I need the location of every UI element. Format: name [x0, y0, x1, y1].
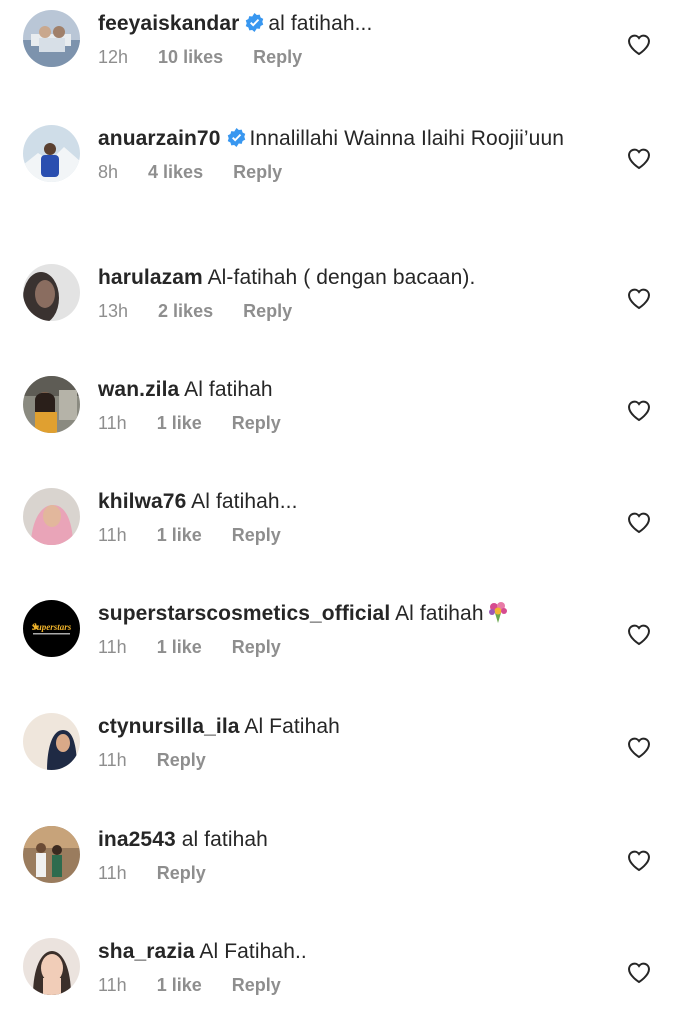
comment-time: 8h	[98, 162, 119, 182]
comment-text: Al-fatihah ( dengan bacaan).	[207, 266, 476, 289]
comment-username[interactable]: harulazam	[98, 266, 203, 289]
reply-button[interactable]: Reply	[232, 524, 281, 546]
avatar[interactable]	[23, 938, 80, 995]
comment-time: 11h	[98, 413, 127, 433]
heart-outline-icon[interactable]	[626, 735, 652, 759]
verified-badge-icon	[246, 13, 264, 32]
comment-time: 11h	[98, 975, 127, 995]
comment-time: 11h	[98, 637, 127, 657]
avatar[interactable]	[23, 713, 80, 770]
avatar[interactable]	[23, 264, 80, 321]
comment-time: 11h	[98, 750, 127, 770]
reply-button[interactable]: Reply	[157, 862, 206, 884]
comment-text: al fatihah...	[268, 12, 373, 35]
comment-likes[interactable]: 1 like	[157, 974, 202, 996]
verified-badge-icon	[227, 128, 245, 147]
heart-outline-icon[interactable]	[626, 398, 652, 422]
bouquet-emoji	[488, 602, 507, 623]
comment-likes[interactable]: 2 likes	[158, 300, 213, 322]
reply-button[interactable]: Reply	[232, 412, 281, 434]
comment-username[interactable]: feeyaiskandar	[98, 12, 239, 35]
comment-time: 11h	[98, 525, 127, 545]
svg-text:★: ★	[31, 622, 40, 633]
heart-outline-icon[interactable]	[626, 32, 652, 56]
comment-username[interactable]: sha_razia	[98, 940, 195, 963]
comment-username[interactable]: wan.zila	[98, 378, 179, 401]
comment-text: Al fatihah...	[191, 490, 298, 513]
heart-outline-icon[interactable]	[626, 848, 652, 872]
reply-button[interactable]: Reply	[233, 161, 282, 183]
avatar[interactable]	[23, 488, 80, 545]
comment-text: al fatihah	[181, 828, 268, 851]
heart-outline-icon[interactable]	[626, 510, 652, 534]
avatar[interactable]	[23, 125, 80, 182]
comment-time: 12h	[98, 47, 129, 67]
reply-button[interactable]: Reply	[253, 46, 302, 68]
comment-list: feeyaiskandar al fatihah... 12h 10 likes Re…	[0, 0, 691, 1024]
avatar[interactable]	[23, 826, 80, 883]
comment-text: Al fatihah	[395, 602, 484, 625]
comment-username[interactable]: khilwa76	[98, 490, 186, 513]
comment-username[interactable]: anuarzain70	[98, 127, 221, 150]
comment-text: Innalillahi Wainna Ilaihi Roojii’uun	[249, 127, 564, 150]
comment-username[interactable]: ctynursilla_ila	[98, 715, 240, 738]
reply-button[interactable]: Reply	[232, 974, 281, 996]
comment-text: Al fatihah	[184, 378, 273, 401]
avatar[interactable]	[23, 376, 80, 433]
comment-likes[interactable]: 1 like	[157, 636, 202, 658]
comment-likes[interactable]: 10 likes	[158, 46, 223, 68]
avatar[interactable]: Superstars ★	[23, 600, 80, 657]
comment-time: 13h	[98, 301, 129, 321]
heart-outline-icon[interactable]	[626, 286, 652, 310]
heart-outline-icon[interactable]	[626, 960, 652, 984]
comment-likes[interactable]: 4 likes	[148, 161, 203, 183]
comment-likes[interactable]: 1 like	[157, 524, 202, 546]
comment-likes[interactable]: 1 like	[157, 412, 202, 434]
comment-text: Al Fatihah	[244, 715, 340, 738]
comment-username[interactable]: superstarscosmetics_official	[98, 602, 390, 625]
reply-button[interactable]: Reply	[243, 300, 292, 322]
comment-time: 11h	[98, 863, 127, 883]
avatar[interactable]	[23, 10, 80, 67]
heart-outline-icon[interactable]	[626, 622, 652, 646]
reply-button[interactable]: Reply	[232, 636, 281, 658]
heart-outline-icon[interactable]	[626, 146, 652, 170]
comment-username[interactable]: ina2543	[98, 828, 176, 851]
reply-button[interactable]: Reply	[157, 749, 206, 771]
comment-text: Al Fatihah..	[199, 940, 307, 963]
